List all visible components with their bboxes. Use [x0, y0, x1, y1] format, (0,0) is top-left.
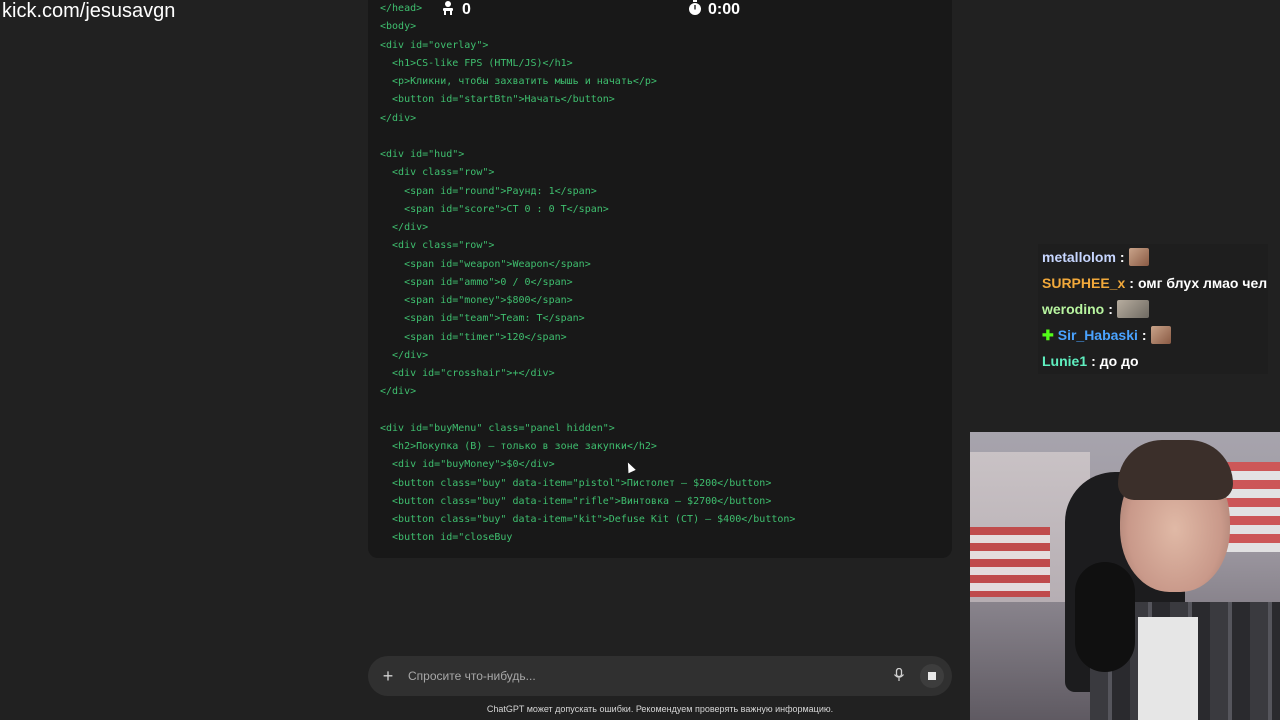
chat-username[interactable]: SURPHEE_x — [1042, 275, 1125, 291]
code-line: <span id="score">CT 0 : 0 T</span> — [380, 203, 609, 215]
timer-value: 0:00 — [708, 1, 741, 18]
code-line: <button class="buy" data-item="rifle">Ви… — [380, 495, 772, 507]
microphone-icon — [1075, 562, 1135, 672]
code-line: <div id="overlay"> — [380, 39, 489, 51]
chat-message: werodino : — [1038, 296, 1268, 322]
chat-composer[interactable]: + Спросите что-нибудь... — [368, 656, 952, 696]
webcam-overlay — [970, 432, 1280, 720]
chat-separator: : — [1129, 275, 1134, 291]
code-line: <p>Кликни, чтобы захватить мышь и начать… — [380, 76, 657, 87]
screen: kick.com/jesusavgn </head> <body> <div id=… — [0, 0, 1280, 720]
code-line: </div> — [380, 112, 417, 124]
stop-button[interactable] — [920, 664, 944, 688]
code-line: </div> — [380, 386, 417, 398]
microphone-icon[interactable] — [890, 667, 908, 685]
code-line: <button class="buy" data-item="pistol">П… — [380, 477, 772, 489]
code-line: <body> — [380, 21, 417, 33]
code-line: </div> — [380, 349, 429, 361]
prompt-input[interactable]: Спросите что-нибудь... — [408, 669, 890, 683]
code-line: <span id="money">$800</span> — [380, 295, 573, 306]
chat-separator: : — [1091, 353, 1096, 369]
code-line: <div id="crosshair">+</div> — [380, 368, 555, 379]
players-icon — [440, 0, 456, 21]
code-lines: </head> <body> <div id="overlay"> <h1>CS-l… — [380, 0, 795, 548]
code-line: <h1>CS-like FPS (HTML/JS)</h1> — [380, 57, 573, 69]
stop-icon — [928, 672, 936, 680]
emote-face-icon — [1150, 326, 1171, 344]
chat-text: до до — [1099, 353, 1139, 369]
chat-username[interactable]: metallolom — [1042, 249, 1116, 265]
chat-message: Lunie1 : до до — [1038, 348, 1268, 374]
code-line: <button id="closeBuy — [380, 532, 513, 544]
code-line: <span id="timer">120</span> — [380, 331, 567, 343]
webcam-hair — [1118, 440, 1233, 500]
code-line: <h2>Покупка (B) — только в зоне закупки<… — [380, 441, 657, 452]
players-counter: 0 — [440, 0, 471, 20]
code-line: <span id="team">Team: T</span> — [380, 313, 585, 325]
code-line: <div id="buyMenu" class="panel hidden"> — [380, 422, 615, 434]
disclaimer: ChatGPT может допускать ошибки. Рекоменд… — [486, 704, 834, 714]
chat-text: омг блух лмао чел — [1137, 275, 1268, 291]
plus-icon[interactable]: + — [380, 666, 396, 687]
chat-message: SURPHEE_x : омг блух лмао чел — [1038, 270, 1268, 296]
chat-username[interactable]: Lunie1 — [1042, 353, 1087, 369]
chat-message: metallolom : — [1038, 244, 1268, 270]
chat-separator: : — [1141, 327, 1147, 343]
chat-separator: : — [1119, 249, 1125, 265]
emote-wide-icon — [1116, 300, 1149, 318]
stopwatch-icon — [688, 0, 702, 21]
code-line: <div class="row"> — [380, 167, 495, 179]
chat-username[interactable]: werodino — [1042, 301, 1104, 317]
plus-badge-icon: ✚ — [1042, 326, 1054, 343]
code-line: <span id="ammo">0 / 0</span> — [380, 276, 573, 288]
code-line: <span id="round">Раунд: 1</span> — [380, 185, 597, 197]
chat-message: ✚ Sir_Habaski : — [1038, 322, 1268, 348]
players-count: 0 — [462, 1, 471, 18]
chat-separator: : — [1108, 301, 1113, 317]
webcam-flag — [970, 527, 1050, 597]
code-line: <button id="startBtn">Начать</button> — [380, 94, 615, 106]
code-line: <span id="weapon">Weapon</span> — [380, 258, 591, 270]
channel-url: kick.com/jesusavgn — [2, 0, 176, 22]
code-line: </div> — [380, 222, 429, 233]
emote-face-icon — [1128, 248, 1149, 266]
chat-username[interactable]: Sir_Habaski — [1058, 327, 1138, 343]
code-block: </head> <body> <div id="overlay"> <h1>CS-l… — [368, 0, 952, 558]
round-timer: 0:00 — [688, 0, 740, 20]
webcam-tshirt — [1138, 617, 1198, 720]
code-line: <div id="buyMoney">$0</div> — [380, 459, 555, 471]
code-line: <div class="row"> — [380, 240, 495, 252]
stream-chat: metallolom : SURPHEE_x : омг блух лмао ч… — [1038, 244, 1268, 374]
code-line: <button class="buy" data-item="kit">Defu… — [380, 514, 796, 525]
code-line: <div id="hud"> — [380, 149, 465, 160]
